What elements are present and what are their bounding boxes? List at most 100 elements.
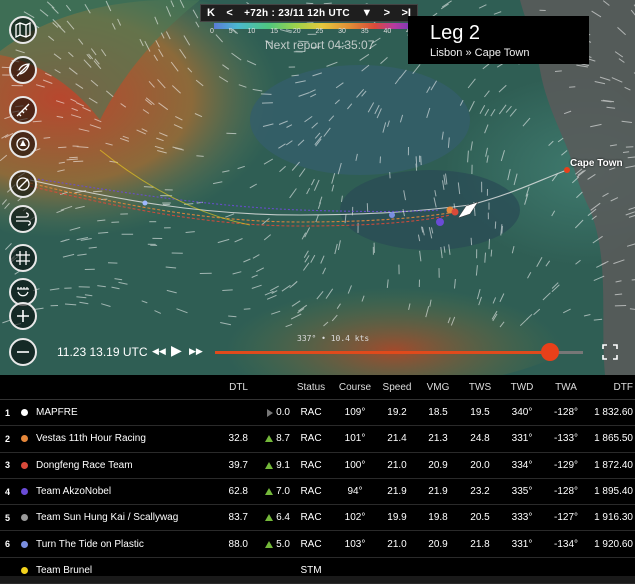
zoom-in-icon	[14, 307, 32, 325]
team-dtf: 1 872.40	[588, 460, 635, 471]
team-dtl-change: 9.1	[276, 460, 290, 471]
team-speed: 21.0	[378, 539, 416, 550]
leaderboard-row[interactable]: 1MAPFRE0.0RAC109°19.218.519.5340°-128°1 …	[0, 400, 635, 426]
team-status: RAC	[290, 539, 332, 550]
team-dtf: 1 895.40	[588, 486, 635, 497]
team-speed: 21.0	[378, 460, 416, 471]
header-speed[interactable]: Speed	[378, 382, 416, 393]
wind-speed-legend-ticks: 051015202530354045	[210, 28, 414, 35]
header-dtf[interactable]: DTF	[588, 382, 635, 393]
team-course: 103°	[332, 539, 378, 550]
header-status[interactable]: Status	[290, 382, 332, 393]
team-status: STM	[290, 565, 332, 576]
wind-layer-button[interactable]	[9, 205, 37, 233]
leaderboard-row[interactable]: 6Turn The Tide on Plastic88.05.0RAC103°2…	[0, 531, 635, 557]
team-vmg: 19.8	[416, 512, 460, 523]
measure-button[interactable]	[9, 96, 37, 124]
gain-arrow-icon	[265, 514, 273, 521]
forecast-dropdown-icon[interactable]: ▼	[361, 7, 372, 19]
team-course: 102°	[332, 512, 378, 523]
playback-time: 11.23 13.19 UTC	[57, 345, 148, 359]
team-name: Team AkzoNobel	[36, 486, 216, 497]
row-rank: 6	[0, 539, 13, 549]
rewind-button[interactable]: ◀◀	[152, 346, 166, 357]
header-dtl[interactable]: DTL	[216, 382, 248, 393]
heading-readout: 337° • 10.4 kts	[297, 334, 369, 343]
forward-button[interactable]: ▶▶	[189, 346, 203, 357]
header-twa[interactable]: TWA	[544, 382, 588, 393]
timeline-progress	[215, 351, 550, 354]
header-tws[interactable]: TWS	[460, 382, 500, 393]
leaderboard-row[interactable]: 4Team AkzoNobel62.87.0RAC94°21.921.923.2…	[0, 479, 635, 505]
team-vmg: 18.5	[416, 407, 460, 418]
previous-forecast-button[interactable]: <	[226, 7, 232, 19]
compass-button[interactable]	[9, 170, 37, 198]
legend-tick: 30	[338, 28, 346, 35]
zoom-out-button[interactable]	[9, 338, 37, 366]
next-report-countdown: Next report 04:35:07	[265, 38, 374, 52]
first-forecast-button[interactable]: K	[207, 7, 215, 19]
leaderboard-table: DTL Status Course Speed VMG TWS TWD TWA …	[0, 375, 635, 576]
flat-arrow-icon	[267, 409, 273, 417]
team-dtl-change: 8.7	[276, 433, 290, 444]
boat-marker-turn-the-tide	[389, 212, 395, 218]
zoom-out-icon	[14, 343, 32, 361]
leg-route: Lisbon » Cape Town	[430, 47, 589, 59]
team-dtf: 1 920.60	[588, 539, 635, 550]
team-dtl-change: 7.0	[276, 486, 290, 497]
team-tws: 20.0	[460, 460, 500, 471]
next-forecast-button[interactable]: >	[384, 7, 390, 19]
fullscreen-icon[interactable]	[602, 344, 618, 360]
team-name: MAPFRE	[36, 407, 216, 418]
legend-tick: 35	[361, 28, 369, 35]
map-icon	[14, 21, 32, 39]
team-vmg: 20.9	[416, 539, 460, 550]
team-status: RAC	[290, 460, 332, 471]
zoom-in-button[interactable]	[9, 302, 37, 330]
map-layers-button[interactable]	[9, 16, 37, 44]
gain-arrow-icon	[265, 541, 273, 548]
header-vmg[interactable]: VMG	[416, 382, 460, 393]
compass-icon	[14, 175, 32, 193]
team-dtl-change: 5.0	[276, 539, 290, 550]
team-twd: 331°	[500, 539, 544, 550]
ruler-icon	[14, 101, 32, 119]
team-dtl: 62.8	[216, 486, 248, 497]
team-twd: 331°	[500, 433, 544, 444]
team-course: 100°	[332, 460, 378, 471]
legend-tick: 10	[248, 28, 256, 35]
team-dtl: 83.7	[216, 512, 248, 523]
grid-button[interactable]	[9, 244, 37, 272]
team-course: 109°	[332, 407, 378, 418]
gain-arrow-icon	[265, 488, 273, 495]
team-dtl: 32.8	[216, 433, 248, 444]
team-status: RAC	[290, 486, 332, 497]
team-twa: -128°	[544, 486, 588, 497]
sail-icon	[14, 283, 32, 301]
team-vmg: 20.9	[416, 460, 460, 471]
timeline-handle[interactable]	[541, 343, 559, 361]
leaderboard-row[interactable]: 2Vestas 11th Hour Racing32.88.7RAC101°21…	[0, 426, 635, 452]
boat-focus-button[interactable]	[9, 130, 37, 158]
leaderboard-row[interactable]: 3Dongfeng Race Team39.79.1RAC100°21.020.…	[0, 453, 635, 479]
leaderboard-row[interactable]: 5Team Sun Hung Kai / Scallywag83.76.4RAC…	[0, 505, 635, 531]
race-map[interactable]: K < +72h : 23/11 12h UTC ▼ > >I 05101520…	[0, 0, 635, 375]
team-tws: 24.8	[460, 433, 500, 444]
tracks-button[interactable]	[9, 56, 37, 84]
legend-tick: 5	[229, 28, 233, 35]
header-course[interactable]: Course	[332, 382, 378, 393]
header-twd[interactable]: TWD	[500, 382, 544, 393]
leaderboard-row[interactable]: Team BrunelSTM	[0, 558, 635, 584]
team-speed: 19.9	[378, 512, 416, 523]
legend-tick: 20	[293, 28, 301, 35]
legend-tick: 15	[270, 28, 278, 35]
team-speed: 19.2	[378, 407, 416, 418]
legend-tick: 25	[316, 28, 324, 35]
destination-label: Cape Town	[570, 158, 623, 169]
team-dtf: 1 865.50	[588, 433, 635, 444]
team-name: Dongfeng Race Team	[36, 460, 216, 471]
legend-tick: 40	[383, 28, 391, 35]
team-name: Turn The Tide on Plastic	[36, 539, 216, 550]
forecast-time-bar: K < +72h : 23/11 12h UTC ▼ > >I	[200, 4, 418, 22]
play-button[interactable]: ▶	[171, 342, 182, 359]
